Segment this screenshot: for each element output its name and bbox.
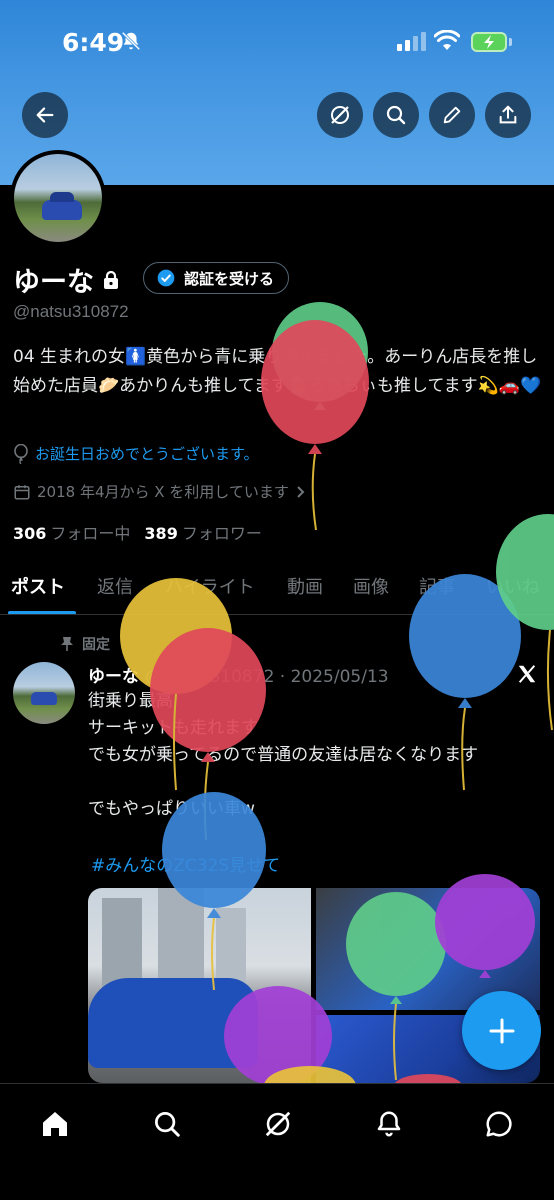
avatar-car-shape [42, 192, 82, 220]
battery-icon [471, 32, 507, 52]
wifi-icon [434, 30, 460, 50]
follow-stats: 306 フォロー中 389 フォロワー [13, 520, 262, 544]
back-arrow-icon [36, 107, 54, 123]
nav-notifications[interactable] [369, 1104, 409, 1144]
post-author-name[interactable]: ゆーな [88, 667, 139, 687]
lock-icon [104, 270, 118, 289]
following-link[interactable]: 306 フォロー中 [13, 524, 130, 543]
notifications-icon [377, 1111, 401, 1137]
cellular-signal-icon [397, 32, 426, 51]
muted-bell-icon [121, 31, 141, 51]
tab-posts[interactable]: ポスト [11, 573, 65, 599]
tab-articles[interactable]: 記事 [419, 573, 455, 599]
edit-profile-button[interactable] [429, 92, 475, 138]
status-bar: 6:49 [0, 0, 554, 80]
tab-videos[interactable]: 動画 [287, 573, 323, 599]
joined-text: 2018 年4月から X を利用しています [37, 483, 289, 501]
nav-search[interactable] [147, 1104, 187, 1144]
search-icon [155, 1112, 180, 1137]
pinned-indicator: 固定 [60, 634, 110, 654]
home-icon [43, 1112, 67, 1136]
plus-icon [489, 1018, 514, 1043]
share-button[interactable] [485, 92, 531, 138]
tab-likes[interactable]: いいね [486, 573, 540, 599]
edit-icon [443, 106, 461, 124]
chevron-right-icon [297, 485, 305, 498]
post-header: ゆーな @natsu310872 · 2025/05/13 [88, 662, 389, 687]
battery-tip [509, 38, 512, 46]
verified-badge-icon [157, 269, 175, 287]
nav-home[interactable] [35, 1104, 75, 1144]
following-label: フォロー中 [50, 524, 131, 543]
tab-photos[interactable]: 画像 [353, 573, 389, 599]
post-hashtag[interactable]: #みんなのZC32S見せて [91, 851, 280, 876]
share-icon [499, 105, 517, 124]
grok-button[interactable] [317, 92, 363, 138]
tab-replies[interactable]: 返信 [97, 573, 133, 599]
post-avatar[interactable] [13, 662, 75, 724]
active-tab-indicator [8, 611, 76, 614]
profile-name: ゆーな [13, 267, 94, 298]
birthday-text[interactable]: お誕生日おめでとうございます。 [35, 443, 259, 464]
birthday-row: お誕生日おめでとうございます。 [13, 443, 259, 464]
post-photo-1[interactable] [88, 888, 311, 1083]
bottom-navigation [0, 1083, 554, 1200]
balloon-icon [14, 443, 28, 464]
profile-avatar[interactable] [10, 150, 106, 246]
photo-car-shape [88, 978, 258, 1068]
pin-icon [61, 637, 73, 651]
pinned-label: 固定 [82, 637, 110, 653]
x-logo-icon[interactable] [516, 663, 538, 685]
grok-icon [331, 106, 349, 124]
post-meta: @natsu310872 · 2025/05/13 [145, 667, 389, 687]
tab-highlights[interactable]: ハイライト [165, 573, 255, 599]
calendar-icon [14, 484, 30, 499]
post-text: 街乗り最高 サーキットも走れます でも女が乗ってるので普通の友達は居なくなります… [88, 691, 479, 819]
profile-tabs: ポスト 返信 ハイライト 動画 画像 記事 いいね [0, 565, 554, 615]
search-button[interactable] [373, 92, 419, 138]
get-verified-label: 認証を受ける [184, 269, 275, 288]
post-avatar-car-shape [31, 692, 57, 705]
back-button[interactable] [22, 92, 68, 138]
profile-handle: @natsu310872 [13, 302, 129, 321]
grok-icon [265, 1111, 291, 1137]
followers-link[interactable]: 389 フォロワー [144, 524, 261, 543]
followers-label: フォロワー [181, 524, 262, 543]
status-time: 6:49 [62, 28, 125, 57]
search-icon [386, 105, 406, 125]
nav-messages[interactable] [479, 1104, 519, 1144]
messages-icon [486, 1111, 512, 1137]
nav-grok[interactable] [258, 1104, 298, 1144]
followers-count: 389 [144, 524, 178, 543]
joined-row[interactable]: 2018 年4月から X を利用しています [13, 481, 307, 502]
following-count: 306 [13, 524, 47, 543]
profile-bio: 04 生まれの女🚺黄色から青に乗り換えました。あーりん店長を推し始めた店員🥟あか… [13, 347, 542, 396]
compose-post-button[interactable] [462, 991, 541, 1070]
get-verified-button[interactable]: 認証を受ける [143, 262, 290, 294]
